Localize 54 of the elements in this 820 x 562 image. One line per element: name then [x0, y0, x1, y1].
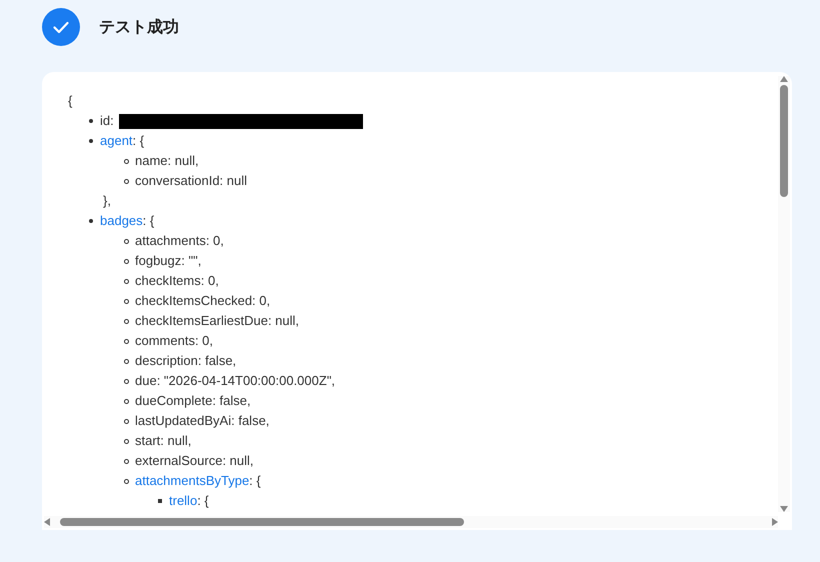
json-text: checkItemsEarliestDue: null, — [135, 312, 300, 330]
bullet-icon — [124, 178, 129, 184]
json-text: description: false, — [135, 352, 236, 370]
scroll-left-icon[interactable] — [44, 518, 50, 526]
bullet-icon — [89, 119, 93, 123]
bullet-icon — [124, 298, 129, 304]
scroll-thumb[interactable] — [60, 518, 464, 526]
check-icon — [42, 8, 80, 46]
key-link[interactable]: trello — [169, 491, 198, 511]
bullet-icon — [124, 418, 129, 424]
json-text: attachments: 0, — [135, 232, 224, 250]
json-text: due: "2026-04-14T00:00:00.000Z", — [135, 372, 336, 390]
json-text: fogbugz: "", — [135, 252, 202, 270]
bullet-icon — [89, 219, 93, 223]
bullet-icon — [124, 378, 129, 384]
bullet-icon — [124, 478, 129, 484]
result-title: テスト成功 — [99, 18, 179, 38]
vertical-scrollbar[interactable] — [778, 76, 790, 512]
bullet-icon — [124, 258, 129, 264]
json-text: id: — [100, 112, 114, 130]
bullet-icon — [124, 158, 129, 164]
bullet-icon — [124, 358, 129, 364]
key-link[interactable]: attachmentsByType — [135, 471, 250, 491]
key-link[interactable]: agent — [100, 131, 133, 151]
json-text: start: null, — [135, 432, 192, 450]
bullet-icon — [158, 499, 162, 503]
json-text: dueComplete: false, — [135, 392, 251, 410]
bullet-icon — [124, 278, 129, 284]
json-text: checkItems: 0, — [135, 272, 219, 290]
bullet-icon — [124, 438, 129, 444]
json-text: : { — [249, 472, 261, 490]
bullet-icon — [124, 318, 129, 324]
json-text: : { — [132, 132, 144, 150]
json-text: externalSource: null, — [135, 452, 254, 470]
bullet-icon — [124, 398, 129, 404]
scroll-thumb[interactable] — [780, 85, 788, 197]
json-text: lastUpdatedByAi: false, — [135, 412, 270, 430]
json-text: : { — [197, 492, 209, 510]
bullet-icon — [124, 238, 129, 244]
bullet-icon — [124, 338, 129, 344]
json-text: : { — [142, 212, 154, 230]
scroll-up-icon[interactable] — [780, 76, 788, 82]
scroll-down-icon[interactable] — [780, 506, 788, 512]
key-link[interactable]: badges — [100, 211, 143, 231]
horizontal-scrollbar[interactable] — [44, 516, 778, 528]
json-text: checkItemsChecked: 0, — [135, 292, 270, 310]
json-text: name: null, — [135, 152, 199, 170]
bullet-icon — [124, 458, 129, 464]
json-text: conversationId: null — [135, 172, 248, 190]
json-text: { — [68, 92, 72, 110]
json-text: comments: 0, — [135, 332, 214, 350]
bullet-icon — [89, 139, 93, 143]
json-text: }, — [102, 192, 111, 210]
scroll-right-icon[interactable] — [772, 518, 778, 526]
